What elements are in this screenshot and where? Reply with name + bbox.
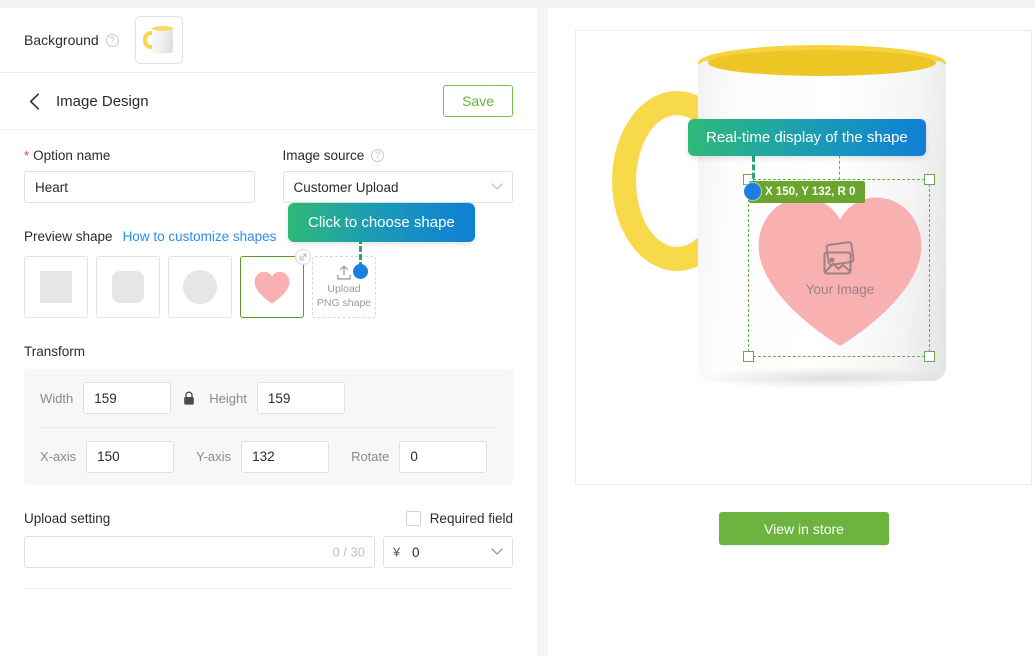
upload-note-field: 0 / 30 <box>24 536 375 568</box>
required-field-group: Required field <box>405 511 513 526</box>
image-source-value[interactable] <box>282 171 513 203</box>
height-label: Height <box>209 390 247 406</box>
question-icon[interactable]: ? <box>371 149 385 162</box>
tooltip-anchor-dot[interactable] <box>744 183 761 200</box>
currency-symbol: ¥ <box>393 544 401 560</box>
height-input[interactable] <box>256 382 345 414</box>
upload-setting-header: Upload setting Required field <box>24 511 513 526</box>
transform-box: Width Height X-axis Y-axis <box>24 369 513 485</box>
rounded-square-icon <box>112 271 144 303</box>
mug-thumbnail-icon <box>142 25 175 55</box>
upload-png-shape-button[interactable]: Upload PNG shape <box>312 256 376 318</box>
upload-line-1: Upload <box>327 282 361 295</box>
choose-shape-anchor-dot[interactable] <box>353 264 368 279</box>
chevron-left-icon[interactable] <box>24 91 44 111</box>
expand-icon[interactable] <box>295 249 311 265</box>
upload-icon <box>337 265 351 280</box>
coordinate-badge: X 150, Y 132, R 0 <box>749 181 866 203</box>
background-thumbnail[interactable] <box>134 16 183 64</box>
image-source-label: Image source <box>282 148 365 163</box>
option-name-field: * Option name <box>24 148 255 203</box>
question-icon[interactable]: ? <box>105 33 119 47</box>
y-axis-label: Y-axis <box>196 449 232 464</box>
shape-option-square[interactable] <box>24 256 88 318</box>
resize-handle-top-right[interactable] <box>924 174 935 185</box>
divider <box>0 129 537 130</box>
resize-handle-bottom-left[interactable] <box>743 351 754 362</box>
shape-option-rounded-square[interactable] <box>96 256 160 318</box>
required-field-label: Required field <box>429 511 513 526</box>
selection-frame[interactable] <box>743 150 935 362</box>
background-label: Background <box>24 32 99 48</box>
mug-stage: Your Image X 150, Y 132, R 0 <box>576 31 1031 484</box>
right-preview-panel: Your Image X 150, Y 132, R 0 View in sto… <box>548 8 1035 656</box>
tooltip-realtime-display: Real-time display of the shape <box>688 119 926 156</box>
preview-shape-title: Preview shape <box>24 229 113 244</box>
chevron-down-icon[interactable] <box>491 543 503 561</box>
shape-option-heart[interactable] <box>240 249 311 318</box>
upload-setting-row: 0 / 30 ¥ <box>24 536 513 568</box>
resize-handle-bottom-right[interactable] <box>924 351 935 362</box>
transform-title: Transform <box>24 344 86 359</box>
option-name-input[interactable] <box>24 171 255 203</box>
mug-rim-inner <box>708 50 936 76</box>
shape-option-circle[interactable] <box>168 256 232 318</box>
transform-size-row: Width Height <box>40 369 497 427</box>
background-row: Background ? <box>0 8 537 72</box>
y-axis-input[interactable] <box>241 440 330 473</box>
shape-list: Upload PNG shape <box>24 249 513 318</box>
mug-rim-shape <box>151 26 173 31</box>
x-axis-label: X-axis <box>40 449 77 464</box>
circle-icon <box>183 270 217 304</box>
view-in-store-button[interactable]: View in store <box>719 512 889 545</box>
bottom-divider <box>24 588 513 589</box>
name-and-source-row: * Option name Image source ? <box>24 148 513 203</box>
required-marker: * <box>24 148 30 163</box>
rotate-input[interactable] <box>399 440 488 473</box>
option-name-label: Option name <box>33 148 111 163</box>
required-field-checkbox[interactable] <box>405 511 421 526</box>
left-settings-panel: Background ? Image Design Save * Option … <box>0 8 537 656</box>
square-icon <box>40 271 72 303</box>
x-axis-input[interactable] <box>86 440 175 473</box>
width-label: Width <box>40 390 74 406</box>
mug-shadow <box>696 367 948 389</box>
top-strip <box>0 0 1035 8</box>
upload-note-input[interactable] <box>24 536 375 568</box>
upload-setting-title: Upload setting <box>24 511 111 526</box>
lock-icon[interactable] <box>183 391 195 406</box>
how-to-customize-shapes-link[interactable]: How to customize shapes <box>123 229 277 244</box>
image-source-label-wrap: Image source ? <box>283 148 514 163</box>
upload-line-2: PNG shape <box>316 297 372 309</box>
price-field: ¥ <box>383 536 513 568</box>
mug-preview-card[interactable]: Your Image X 150, Y 132, R 0 <box>575 30 1032 485</box>
page-title: Image Design <box>56 92 149 110</box>
app-root: Background ? Image Design Save * Option … <box>0 0 1035 656</box>
panel-header: Image Design Save <box>0 73 537 129</box>
option-name-label-wrap: * Option name <box>24 148 255 163</box>
image-source-field: Image source ? <box>282 148 514 203</box>
save-button[interactable]: Save <box>443 85 513 117</box>
heart-icon <box>254 271 290 304</box>
transform-position-row: X-axis Y-axis Rotate <box>40 427 497 485</box>
tooltip-click-to-choose-shape: Click to choose shape <box>288 203 475 242</box>
image-source-select[interactable] <box>282 171 513 203</box>
width-input[interactable] <box>83 382 172 414</box>
rotate-label: Rotate <box>351 449 390 464</box>
